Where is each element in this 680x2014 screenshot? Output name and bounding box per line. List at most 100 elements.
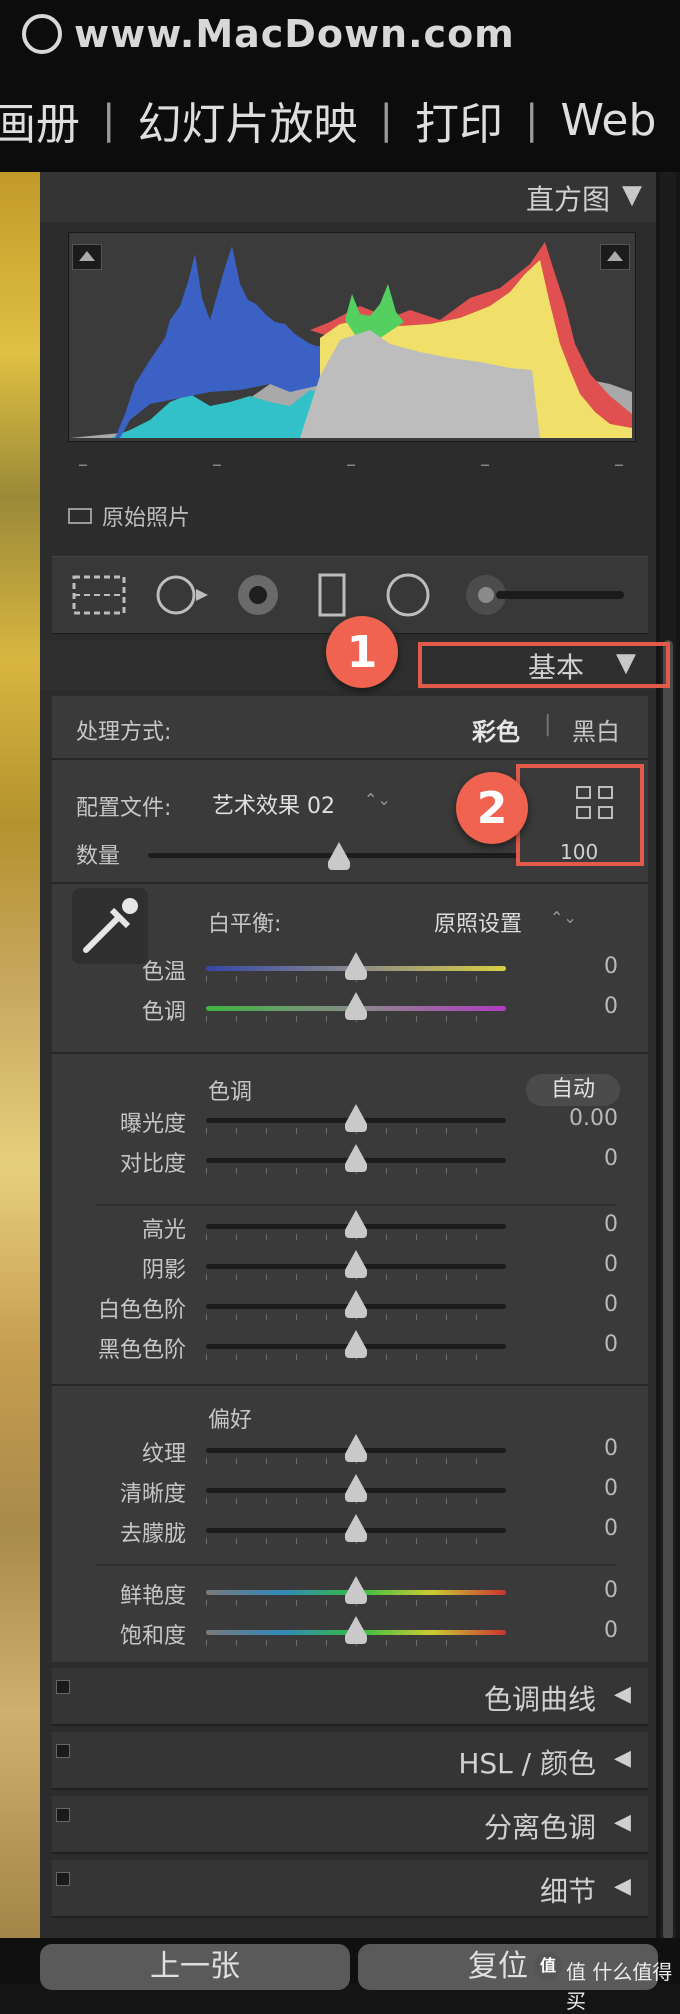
temp-value[interactable]: 0 — [548, 954, 618, 979]
module-web[interactable]: Web — [560, 95, 656, 146]
original-photo-checkbox[interactable] — [68, 508, 92, 524]
adjustment-brush-icon[interactable] — [466, 575, 624, 615]
graduated-filter-icon[interactable] — [318, 573, 346, 617]
temp-label: 色温 — [141, 960, 186, 985]
highlights-label: 高光 — [141, 1218, 186, 1243]
histogram-title[interactable]: 直方图 — [526, 178, 610, 218]
clarity-value[interactable]: 0 — [548, 1476, 618, 1501]
wb-stepper-icon[interactable]: ⌃⌄ — [550, 908, 577, 927]
histogram-collapse-arrow-icon[interactable]: ▼ — [622, 180, 642, 210]
divider — [52, 1384, 648, 1386]
split-toning-expand-arrow-icon[interactable]: ◀ — [614, 1810, 631, 1835]
module-picker: 画册 | 幻灯片放映 | 打印 | Web — [0, 88, 656, 152]
saturation-slider-thumb[interactable] — [345, 1616, 367, 1644]
watermark-logo-icon — [22, 14, 62, 54]
tone-curve-title[interactable]: 色调曲线 — [484, 1678, 596, 1718]
tint-value[interactable]: 0 — [548, 994, 618, 1019]
watermark-bottom-text: 值 什么值得买 — [566, 1960, 673, 2013]
module-separator: | — [379, 97, 393, 143]
tone-curve-toggle-icon[interactable] — [56, 1680, 70, 1694]
texture-slider-thumb[interactable] — [345, 1434, 367, 1462]
contrast-slider-thumb[interactable] — [345, 1144, 367, 1172]
split-toning-toggle-icon[interactable] — [56, 1808, 70, 1822]
exposure-label: 曝光度 — [119, 1112, 186, 1137]
auto-tone-button[interactable]: 自动 — [526, 1074, 620, 1106]
callout-badge-1: 1 — [326, 616, 398, 688]
radial-filter-icon[interactable] — [386, 573, 430, 617]
presence-section-title: 偏好 — [208, 1408, 253, 1433]
shadows-label: 阴影 — [141, 1258, 186, 1283]
whites-value[interactable]: 0 — [548, 1292, 618, 1317]
dehaze-value[interactable]: 0 — [548, 1516, 618, 1541]
module-print[interactable]: 打印 — [415, 88, 503, 152]
temp-slider-thumb[interactable] — [345, 952, 367, 980]
module-separator: | — [524, 97, 539, 143]
tint-label: 色调 — [141, 1000, 186, 1025]
clarity-slider-thumb[interactable] — [345, 1474, 367, 1502]
vibrance-value[interactable]: 0 — [548, 1578, 618, 1603]
split-toning-title[interactable]: 分离色调 — [484, 1806, 596, 1846]
highlights-slider-thumb[interactable] — [345, 1210, 367, 1238]
whites-slider-thumb[interactable] — [345, 1290, 367, 1318]
wb-label: 白平衡: — [208, 912, 282, 937]
saturation-value[interactable]: 0 — [548, 1618, 618, 1643]
amount-label: 数量 — [76, 844, 121, 869]
amount-slider-thumb[interactable] — [328, 842, 350, 870]
spot-removal-icon[interactable] — [156, 575, 208, 615]
hsl-toggle-icon[interactable] — [56, 1744, 70, 1758]
module-separator: | — [102, 97, 116, 143]
dehaze-slider-thumb[interactable] — [345, 1514, 367, 1542]
treatment-bw-button[interactable]: 黑白 — [572, 712, 620, 747]
detail-expand-arrow-icon[interactable]: ◀ — [614, 1874, 631, 1899]
clarity-label: 清晰度 — [119, 1482, 186, 1507]
module-slideshow[interactable]: 幻灯片放映 — [137, 88, 357, 152]
divider — [96, 1204, 616, 1206]
profile-select[interactable]: 艺术效果 02 — [212, 788, 335, 820]
scrollbar-thumb[interactable] — [663, 640, 673, 1940]
crop-overlay-icon[interactable] — [72, 575, 126, 615]
shadows-slider-thumb[interactable] — [345, 1250, 367, 1278]
blacks-slider-thumb[interactable] — [345, 1330, 367, 1358]
saturation-label: 饱和度 — [119, 1624, 186, 1649]
profile-stepper-icon[interactable]: ⌃⌄ — [364, 790, 391, 809]
treatment-color-button[interactable]: 彩色 — [472, 712, 520, 747]
exposure-slider-thumb[interactable] — [345, 1104, 367, 1132]
photo-preview — [0, 172, 40, 1984]
highlight-clipping-toggle-icon[interactable] — [600, 244, 630, 270]
red-eye-icon[interactable] — [238, 575, 278, 615]
profile-label: 配置文件: — [76, 796, 172, 821]
divider — [96, 1564, 616, 1566]
divider — [52, 1052, 648, 1054]
wb-eyedropper-icon[interactable] — [72, 888, 148, 964]
blacks-value[interactable]: 0 — [548, 1332, 618, 1357]
highlights-value[interactable]: 0 — [548, 1212, 618, 1237]
tint-slider-thumb[interactable] — [345, 992, 367, 1020]
tone-curve-expand-arrow-icon[interactable]: ◀ — [614, 1682, 631, 1707]
contrast-value[interactable]: 0 — [548, 1146, 618, 1171]
divider — [52, 882, 648, 884]
blacks-label: 黑色色阶 — [97, 1338, 186, 1363]
detail-toggle-icon[interactable] — [56, 1872, 70, 1886]
hsl-color-title[interactable]: HSL / 颜色 — [458, 1742, 596, 1782]
highlight-box-profile-browser — [516, 764, 644, 866]
detail-title[interactable]: 细节 — [540, 1870, 596, 1910]
watermark: www.MacDown.com — [22, 10, 515, 58]
dehaze-label: 去朦胧 — [119, 1522, 186, 1547]
vibrance-label: 鲜艳度 — [119, 1584, 186, 1609]
texture-value[interactable]: 0 — [548, 1436, 618, 1461]
previous-button[interactable]: 上一张 — [40, 1944, 350, 1990]
callout-badge-2: 2 — [456, 772, 528, 844]
hsl-expand-arrow-icon[interactable]: ◀ — [614, 1746, 631, 1771]
shadow-clipping-toggle-icon[interactable] — [72, 244, 102, 270]
wb-select[interactable]: 原照设置 — [434, 906, 522, 938]
module-book[interactable]: 画册 — [0, 88, 80, 152]
original-photo-label: 原始照片 — [102, 506, 191, 531]
treatment-separator: | — [544, 712, 552, 737]
histogram-tick: – — [614, 452, 624, 476]
vibrance-slider-thumb[interactable] — [345, 1576, 367, 1604]
histogram-graph[interactable] — [70, 234, 632, 438]
exposure-value[interactable]: 0.00 — [548, 1106, 618, 1131]
shadows-value[interactable]: 0 — [548, 1252, 618, 1277]
histogram-tick: – — [78, 452, 88, 476]
smzdm-logo-icon: 值 — [534, 1952, 562, 1980]
